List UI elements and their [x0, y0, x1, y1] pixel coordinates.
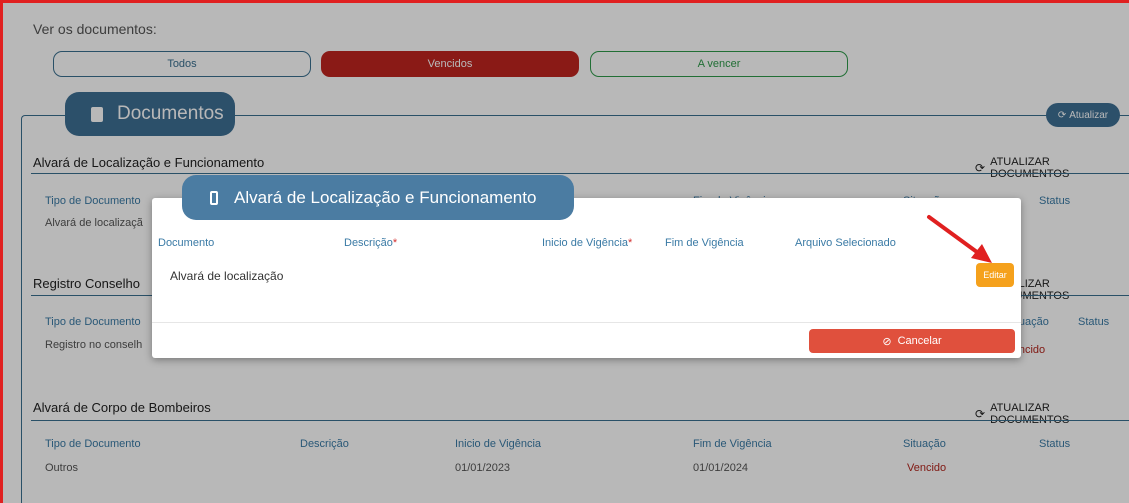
ban-icon: ⊘ — [882, 335, 892, 348]
cancel-label: Cancelar — [897, 335, 942, 347]
required-mark: * — [628, 237, 633, 249]
modal-column-documento: Documento — [158, 237, 215, 249]
modal-divider — [152, 322, 1021, 323]
page: Ver os documentos: Todos Vencidos A venc… — [0, 0, 1129, 503]
modal-dialog: Documento Descrição* Inicio de Vigência*… — [152, 198, 1021, 358]
modal-column-arquivo: Arquivo Selecionado — [795, 237, 896, 249]
modal-column-fim: Fim de Vigência — [665, 237, 744, 249]
modal-column-descricao-label: Descrição — [344, 237, 393, 249]
required-mark: * — [392, 237, 398, 249]
annotation-arrow-icon — [927, 215, 992, 263]
modal-column-inicio-label: Inicio de Vigência — [542, 237, 629, 249]
modal-title: Alvará de Localização e Funcionamento — [234, 187, 537, 207]
modal-column-inicio: Inicio de Vigência* — [542, 237, 632, 249]
cancel-button[interactable]: ⊘ Cancelar — [809, 329, 1015, 353]
modal-document-value: Alvará de localização — [170, 269, 284, 283]
modal-column-descricao: Descrição* — [344, 237, 397, 249]
file-icon — [210, 190, 218, 205]
modal-title-badge: Alvará de Localização e Funcionamento — [182, 175, 574, 220]
